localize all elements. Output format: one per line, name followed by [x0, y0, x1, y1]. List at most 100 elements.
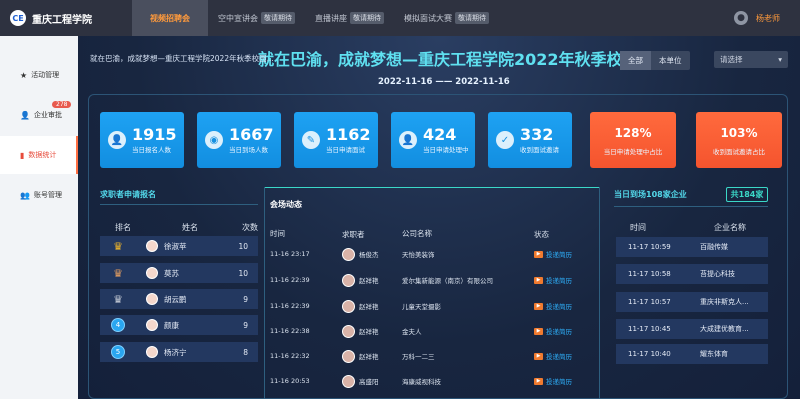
ranking-row: ♛ 莫苏 10 [100, 263, 258, 283]
person-icon: 👤 [399, 131, 417, 149]
ranking-row: 5 杨济宁 8 [100, 342, 258, 362]
company-name: 苔提心科技 [700, 270, 735, 278]
sidebar-item-label: 企业审批 [33, 111, 62, 119]
video-icon: ▶ [534, 377, 543, 385]
account-icon: 👥 [20, 190, 30, 200]
ranking-row: ♛ 胡云鹏 9 [100, 289, 258, 309]
ranking-name: 莫苏 [164, 268, 179, 278]
stat-label: 当日申请处理中占比 [603, 148, 663, 156]
avatar [342, 273, 355, 287]
ranking-header: 排名 姓名 次数 [100, 218, 258, 236]
marquee-banner: 就在巴渝，成就梦想—重庆工程学院2022年秋季校园... [90, 54, 274, 63]
user-avatar-icon: ● [734, 11, 748, 25]
column-header: 状态 [534, 229, 549, 239]
feed-seeker: 赵祥艳 [359, 277, 379, 285]
stat-card-invites: ✓ 332 收到面试邀请 [488, 112, 572, 168]
feed-status[interactable]: 投递简历 [546, 275, 572, 285]
feed-seeker: 高盛阳 [359, 378, 379, 386]
feed-status[interactable]: 投递简历 [546, 326, 572, 336]
company-time: 11-17 10:58 [628, 270, 671, 278]
feed-seeker: 赵祥艳 [359, 303, 379, 311]
feed-status[interactable]: 投递简历 [546, 376, 572, 386]
sidebar-item-account[interactable]: 👥 账号管理 [0, 176, 78, 214]
feed-top-border [264, 187, 600, 188]
stat-label: 收到面试邀请 [520, 146, 559, 154]
stat-label: 当日申请处理中 [423, 146, 469, 154]
ranking-count: 10 [238, 241, 248, 251]
person-icon: 👤 [108, 131, 126, 149]
company-row: 11-17 10:58 苔提心科技 [616, 264, 768, 284]
ranking-title: 求职者申请报名 [100, 190, 156, 199]
dashboard: 就在巴渝，成就梦想—重庆工程学院2022年秋季校园双选会 就在巴渝，成就梦想—重… [78, 36, 800, 399]
brand[interactable]: CE 重庆工程学院 [0, 0, 132, 36]
feed-company: 儿童天堂摄影 [402, 303, 441, 311]
sidebar-item-label: 账号管理 [33, 191, 62, 199]
feed-company: 海康威视科技 [402, 378, 441, 386]
stat-card-processing: 👤 424 当日申请处理中 [391, 112, 475, 168]
feed-seeker: 杨俊杰 [359, 251, 379, 259]
stat-label: 当日申请面试 [326, 146, 365, 154]
tab-label: 模拟面试大赛 [404, 13, 452, 23]
coming-soon-tag: 敬请期待 [350, 12, 384, 24]
company-time: 11-17 10:57 [628, 298, 671, 306]
feed-time: 11-16 22:39 [270, 276, 310, 284]
feed-company: 万科一二三 [402, 353, 435, 361]
company-name: 大成建优教育... [700, 325, 749, 333]
stat-value: 128% [614, 126, 652, 140]
company-time: 11-17 10:45 [628, 325, 671, 333]
feed-left-border [264, 187, 265, 399]
feed-status[interactable]: 投递简历 [546, 249, 572, 259]
ranking-name: 杨济宁 [164, 347, 187, 357]
stat-value: 103% [720, 126, 758, 140]
feed-seeker: 赵祥艳 [359, 353, 379, 361]
avatar [146, 319, 158, 331]
feed-row: 11-16 22:39 赵祥艳 爱尔集新能源（南京）有限公司 ▶ 投递简历 [270, 269, 590, 291]
column-header: 公司名称 [402, 229, 432, 238]
sidebar-item-approval[interactable]: 👤 企业审批 278 [0, 96, 78, 134]
user-menu[interactable]: ● 杨老师 [734, 0, 780, 36]
feed-time: 11-16 22:39 [270, 302, 310, 310]
edit-icon: ✎ [302, 131, 320, 149]
avatar [342, 299, 355, 313]
company-row: 11-17 10:57 重庆非斯克人... [616, 292, 768, 312]
tab-video-job-fair[interactable]: 视频招聘会 [132, 0, 208, 36]
company-time: 11-17 10:59 [628, 243, 671, 251]
tab-live-lecture[interactable]: 直播讲座 敬请期待 [305, 0, 394, 36]
silver-crown-icon: ♛ [113, 266, 123, 280]
feed-status[interactable]: 投递简历 [546, 351, 572, 361]
filter-unit-button[interactable]: 本单位 [651, 51, 690, 70]
brand-name: 重庆工程学院 [32, 14, 92, 26]
feed-company: 天怡美装饰 [402, 251, 435, 259]
divider [614, 206, 768, 207]
bronze-crown-icon: ♛ [113, 292, 123, 306]
sidebar-item-activity[interactable]: ★ 活动管理 [0, 56, 78, 94]
video-icon: ▶ [534, 250, 543, 258]
company-row: 11-17 10:45 大成建优教育... [616, 319, 768, 339]
gold-crown-icon: ♛ [113, 239, 123, 253]
avatar [146, 240, 158, 252]
stat-value: 1162 [326, 125, 371, 144]
avatar [342, 247, 355, 261]
tab-air-presentation[interactable]: 空中宣讲会 敬请期待 [208, 0, 305, 36]
video-icon: ▶ [534, 327, 543, 335]
tab-label: 空中宣讲会 [218, 13, 258, 23]
companies-header: 时间 企业名称 [618, 222, 768, 233]
column-header: 排名 [115, 222, 131, 232]
column-header: 求职者 [342, 229, 365, 239]
filter-all-button[interactable]: 全部 [620, 51, 651, 70]
feed-status[interactable]: 投递简历 [546, 301, 572, 311]
stat-label: 当日报名人数 [132, 146, 171, 154]
avatar [146, 267, 158, 279]
feed-header: 时间 求职者 公司名称 状态 [270, 228, 590, 240]
stat-card-processing-ratio: 128% 当日申请处理中占比 [590, 112, 676, 168]
unit-select[interactable]: 请选择 ▾ [714, 51, 788, 68]
select-placeholder: 请选择 [720, 55, 743, 64]
location-icon: ◉ [205, 131, 223, 149]
feed-company: 金夫人 [402, 328, 422, 336]
avatar [342, 374, 355, 388]
tab-mock-interview[interactable]: 模拟面试大赛 敬请期待 [394, 0, 499, 36]
stat-label: 收到面试邀请占比 [713, 148, 765, 156]
sidebar-item-statistics[interactable]: ▮ 数据统计 [0, 136, 78, 174]
sidebar: ★ 活动管理 👤 企业审批 278 ▮ 数据统计 👥 账号管理 [0, 36, 78, 399]
sidebar-item-label: 数据统计 [28, 151, 57, 159]
